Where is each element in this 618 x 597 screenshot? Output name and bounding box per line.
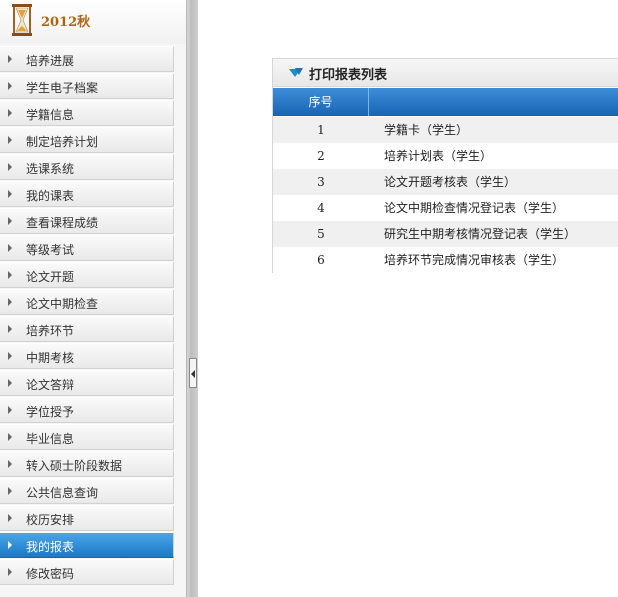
sidebar-item[interactable]: 中期考核 <box>0 343 174 369</box>
hourglass-icon <box>12 4 32 36</box>
chevron-right-icon <box>8 541 12 549</box>
report-link[interactable]: 培养计划表（学生） <box>384 143 492 169</box>
row-seq: 3 <box>317 175 325 189</box>
sidebar-item-label: 查看课程成绩 <box>26 216 99 230</box>
row-seq: 1 <box>317 123 325 137</box>
sidebar-item[interactable]: 论文答辩 <box>0 370 174 396</box>
chevron-right-icon <box>8 136 12 144</box>
chevron-right-icon <box>8 460 12 468</box>
chevron-right-icon <box>8 325 12 333</box>
chevron-right-icon <box>8 55 12 63</box>
sidebar-item[interactable]: 学位授予 <box>0 397 174 423</box>
row-seq: 2 <box>317 149 325 163</box>
table-row: 6 培养环节完成情况审核表（学生） <box>273 247 618 273</box>
column-header-seq: 序号 <box>273 88 369 116</box>
chevron-right-icon <box>8 406 12 414</box>
chevron-right-icon <box>8 514 12 522</box>
sidebar-item[interactable]: 我的课表 <box>0 181 174 207</box>
chevron-right-icon <box>8 298 12 306</box>
sidebar-item-label: 我的报表 <box>26 540 75 554</box>
row-seq: 4 <box>317 201 325 215</box>
table-row: 5 研究生中期考核情况登记表（学生） <box>273 221 618 247</box>
table-row: 3 论文开题考核表（学生） <box>273 169 618 195</box>
sidebar-item[interactable]: 学生电子档案 <box>0 73 174 99</box>
term-label: 2012秋 <box>41 15 91 30</box>
sidebar-item-label: 制定培养计划 <box>26 135 99 149</box>
sidebar-item[interactable]: 论文中期检查 <box>0 289 174 315</box>
sidebar-item-label: 我的课表 <box>26 189 75 203</box>
sidebar-item-label: 毕业信息 <box>26 432 75 446</box>
sidebar-item[interactable]: 选课系统 <box>0 154 174 180</box>
sidebar-item[interactable]: 转入硕士阶段数据 <box>0 451 174 477</box>
table-row: 1 学籍卡（学生） <box>273 117 618 143</box>
chevron-right-icon <box>8 244 12 252</box>
collapse-sidebar-button[interactable] <box>189 358 197 388</box>
sidebar-item[interactable]: 等级考试 <box>0 235 174 261</box>
chevron-right-icon <box>8 217 12 225</box>
report-link[interactable]: 论文开题考核表（学生） <box>384 169 516 195</box>
chevron-right-icon <box>8 163 12 171</box>
table-row: 2 培养计划表（学生） <box>273 143 618 169</box>
arrow-left-icon <box>191 370 195 378</box>
table-header: 序号 <box>273 88 618 116</box>
column-header-name <box>369 88 618 116</box>
sidebar-item-label: 转入硕士阶段数据 <box>26 459 123 473</box>
sidebar-item[interactable]: 培养环节 <box>0 316 174 342</box>
sidebar-item-label: 论文中期检查 <box>26 297 99 311</box>
report-link[interactable]: 研究生中期考核情况登记表（学生） <box>384 221 576 247</box>
chevron-right-icon <box>8 487 12 495</box>
sidebar-item-label: 学籍信息 <box>26 108 75 122</box>
sidebar-item-label: 校历安排 <box>26 513 75 527</box>
sidebar-item[interactable]: 制定培养计划 <box>0 127 174 153</box>
sidebar-item[interactable]: 培养进展 <box>0 46 174 72</box>
sidebar-item-label: 论文开题 <box>26 270 75 284</box>
sidebar-item[interactable]: 校历安排 <box>0 505 174 531</box>
sidebar-item-label: 公共信息查询 <box>26 486 99 500</box>
sidebar-item-label: 培养进展 <box>26 54 75 68</box>
chevron-right-icon <box>8 190 12 198</box>
sidebar-item[interactable]: 学籍信息 <box>0 100 174 126</box>
splitter-bar[interactable] <box>186 0 198 597</box>
panel-header: 打印报表列表 <box>273 59 618 87</box>
sidebar-item[interactable]: 毕业信息 <box>0 424 174 450</box>
chevron-right-icon <box>8 109 12 117</box>
chevron-right-icon <box>8 433 12 441</box>
sidebar-item[interactable]: 我的报表 <box>0 532 174 558</box>
chevron-right-icon <box>8 271 12 279</box>
sidebar-item[interactable]: 修改密码 <box>0 559 174 585</box>
sidebar-item-label: 学生电子档案 <box>26 81 99 95</box>
report-link[interactable]: 论文中期检查情况登记表（学生） <box>384 195 564 221</box>
chevron-right-icon <box>8 352 12 360</box>
sidebar-item-label: 选课系统 <box>26 162 75 176</box>
sidebar-item-label: 学位授予 <box>26 405 75 419</box>
report-link[interactable]: 培养环节完成情况审核表（学生） <box>384 247 564 273</box>
row-seq: 5 <box>317 227 325 241</box>
sidebar-item-label: 论文答辩 <box>26 378 75 392</box>
row-seq: 6 <box>317 253 325 267</box>
sidebar-item-label: 培养环节 <box>26 324 75 338</box>
sidebar-item-label: 中期考核 <box>26 351 75 365</box>
table-row: 4 论文中期检查情况登记表（学生） <box>273 195 618 221</box>
sidebar-header: 2012秋 <box>0 0 186 44</box>
chevron-right-icon <box>8 568 12 576</box>
triangle-down-icon-overlay <box>295 68 303 75</box>
panel-title: 打印报表列表 <box>309 68 388 83</box>
chevron-right-icon <box>8 379 12 387</box>
sidebar-item-label: 修改密码 <box>26 567 75 581</box>
report-link[interactable]: 学籍卡（学生） <box>384 117 468 143</box>
chevron-right-icon <box>8 82 12 90</box>
sidebar-item-label: 等级考试 <box>26 243 75 257</box>
sidebar-item[interactable]: 公共信息查询 <box>0 478 174 504</box>
sidebar-item[interactable]: 论文开题 <box>0 262 174 288</box>
sidebar-item[interactable]: 查看课程成绩 <box>0 208 174 234</box>
sidebar: 2012秋 培养进展学生电子档案 学籍信息制定培养计划 选课系统我的课表查看课程成绩… <box>0 0 186 597</box>
report-list-panel: 打印报表列表 序号 1 学籍卡（学生） 2 培养计划表（学生） 3 论文开题考核表（学生）… <box>272 58 618 273</box>
